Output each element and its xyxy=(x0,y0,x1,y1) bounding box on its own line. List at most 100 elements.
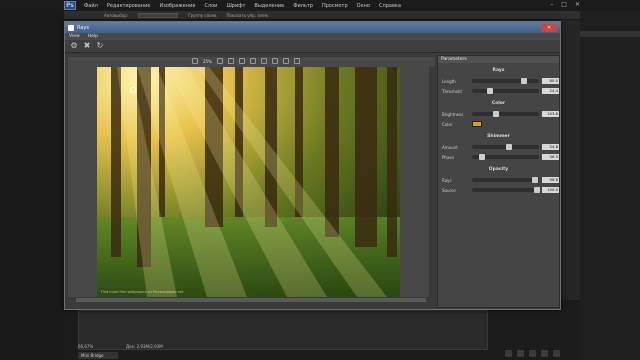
length-value[interactable]: 80.0 xyxy=(542,78,559,84)
slider-knob[interactable] xyxy=(493,111,500,117)
color-swatch[interactable] xyxy=(472,121,482,127)
taskbar-icon[interactable] xyxy=(529,350,536,357)
option-show-controls[interactable]: Показать упр. элем. xyxy=(226,13,268,18)
rays-menubar: View Help xyxy=(65,33,560,40)
length-slider[interactable] xyxy=(471,78,540,84)
menu-type[interactable]: Шрифт xyxy=(226,3,245,9)
ps-right-panel xyxy=(580,11,640,360)
x-icon[interactable]: ✖ xyxy=(83,42,91,50)
param-threshold: Threshold 24.4 xyxy=(438,86,559,96)
zoom-level[interactable]: 25% xyxy=(203,59,212,64)
param-label: Phase xyxy=(442,154,454,160)
rays-window-title: Rays xyxy=(77,24,89,31)
mini-bridge-tab[interactable]: Mini Bridge xyxy=(78,352,118,359)
menu-select[interactable]: Выделение xyxy=(254,3,284,9)
photo-caption: Find more free wallpapers on Picswallpap… xyxy=(101,290,184,294)
slider-knob[interactable] xyxy=(479,154,486,160)
fullscreen-icon[interactable] xyxy=(293,58,300,64)
forest-image xyxy=(97,67,400,297)
menu-edit[interactable]: Редактирование xyxy=(107,3,151,9)
brightness-slider[interactable] xyxy=(471,111,540,117)
app-icon xyxy=(68,24,74,31)
section-rays-title: Rays xyxy=(492,68,505,73)
menu-file[interactable]: Файл xyxy=(84,3,98,9)
ps-menubar: Ps Файл Редактирование Изображение Слои … xyxy=(0,0,640,11)
rays-plugin-window: Rays ✕ View Help ⚙ ✖ ↻ 25% Find more fre… xyxy=(64,21,561,310)
menu-layers[interactable]: Слои xyxy=(204,3,217,9)
rays-opacity-value[interactable]: 96.8 xyxy=(542,177,559,183)
single-view-icon[interactable] xyxy=(282,58,289,64)
section-shimmer-title: Shimmer xyxy=(487,134,510,139)
preview-canvas-area: 25% Find more free wallpapers on Picswal… xyxy=(68,57,435,303)
param-rays-opacity: Rays 96.8 xyxy=(438,175,559,185)
close-icon[interactable]: ✕ xyxy=(575,1,580,8)
amount-value[interactable]: 54.8 xyxy=(542,144,559,150)
ps-menu: Файл Редактирование Изображение Слои Шри… xyxy=(84,3,401,9)
fit-view-icon[interactable] xyxy=(238,58,245,64)
option-group[interactable]: Группу слоев xyxy=(188,13,216,18)
rays-toolbar: ⚙ ✖ ↻ xyxy=(65,40,560,53)
rays-menu-view[interactable]: View xyxy=(69,34,80,39)
forest-preview-image[interactable]: Find more free wallpapers on Picswallpap… xyxy=(97,67,400,297)
ps-left-panel xyxy=(0,11,64,360)
taskbar-icon[interactable] xyxy=(553,350,560,357)
slider-knob[interactable] xyxy=(486,88,493,94)
taskbar-icon[interactable] xyxy=(541,350,548,357)
canvas-toolbar: 25% xyxy=(192,58,300,64)
rays-close-button[interactable]: ✕ xyxy=(541,23,557,32)
rays-menu-help[interactable]: Help xyxy=(88,34,98,39)
param-brightness: Brightness 103.6 xyxy=(438,109,559,119)
slider-knob[interactable] xyxy=(521,78,528,84)
section-color-title: Color xyxy=(491,101,506,106)
param-phase: Phase 36.5 xyxy=(438,152,559,162)
ps-logo: Ps xyxy=(64,1,76,10)
vertical-scrollbar[interactable] xyxy=(429,67,435,297)
rays-opacity-slider[interactable] xyxy=(471,177,540,183)
rays-titlebar: Rays ✕ xyxy=(65,22,560,33)
menu-view[interactable]: Просмотр xyxy=(322,3,348,9)
compare-icon[interactable] xyxy=(271,58,278,64)
photoshop-window: Ps Файл Редактирование Изображение Слои … xyxy=(0,0,640,360)
slider-knob[interactable] xyxy=(531,177,538,183)
menu-help[interactable]: Справка xyxy=(379,3,401,9)
redo-icon[interactable]: ↻ xyxy=(96,42,104,50)
horizontal-scrollbar[interactable] xyxy=(68,297,435,303)
threshold-slider[interactable] xyxy=(471,88,540,94)
view-mode-icon[interactable] xyxy=(260,58,267,64)
minimize-icon[interactable]: – xyxy=(550,1,553,8)
move-icon[interactable] xyxy=(249,58,256,64)
threshold-value[interactable]: 24.4 xyxy=(542,88,559,94)
param-label: Source xyxy=(442,187,456,193)
menu-image[interactable]: Изображение xyxy=(159,3,195,9)
taskbar-icon[interactable] xyxy=(505,350,512,357)
slider-knob[interactable] xyxy=(533,187,540,193)
param-label: Color xyxy=(442,121,453,127)
maximize-icon[interactable]: □ xyxy=(561,1,567,8)
gear-icon[interactable]: ⚙ xyxy=(70,42,78,50)
param-label: Length xyxy=(442,78,456,84)
status-doc-size: Док: 2,93М/2,93М xyxy=(126,344,163,349)
zoom-in-icon[interactable] xyxy=(192,58,198,64)
status-zoom: 66,67% xyxy=(78,344,94,349)
taskbar-icons xyxy=(505,350,560,357)
split-view-icon[interactable] xyxy=(227,58,234,64)
param-length: Length 80.0 xyxy=(438,76,559,86)
menu-window[interactable]: Окно xyxy=(357,3,370,9)
amount-slider[interactable] xyxy=(471,144,540,150)
ps-options-bar: Автовыбор: Группу слоев Показать упр. эл… xyxy=(64,11,580,20)
phase-value[interactable]: 36.5 xyxy=(542,154,559,160)
taskbar-icon[interactable] xyxy=(517,350,524,357)
param-color: Color xyxy=(438,119,559,129)
phase-slider[interactable] xyxy=(471,154,540,160)
param-amount: Amount 54.8 xyxy=(438,142,559,152)
source-opacity-slider[interactable] xyxy=(471,187,540,193)
zoom-out-icon[interactable] xyxy=(216,58,223,64)
brightness-value[interactable]: 103.6 xyxy=(542,111,559,117)
source-opacity-value[interactable]: 100.0 xyxy=(542,187,559,193)
scroll-thumb[interactable] xyxy=(76,298,426,302)
slider-knob[interactable] xyxy=(505,144,512,150)
menu-filter[interactable]: Фильтр xyxy=(293,3,313,9)
option-autoselect[interactable]: Автовыбор: xyxy=(104,13,128,18)
ps-right-panel-tab[interactable] xyxy=(580,31,640,37)
option-autoselect-field[interactable] xyxy=(138,12,179,18)
